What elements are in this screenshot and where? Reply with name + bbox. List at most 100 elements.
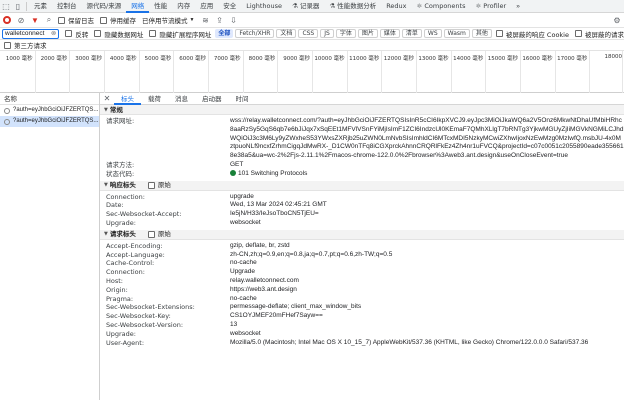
detail-tab-2[interactable]: 消息 xyxy=(168,93,195,105)
preserve-log-checkbox[interactable]: 保留日志 xyxy=(58,15,100,25)
triangle-down-icon: ▼ xyxy=(104,106,108,113)
filter-chip-1[interactable]: Fetch/XHR xyxy=(235,29,275,38)
header-value-text: Upgrade xyxy=(230,268,255,276)
checkbox-box[interactable] xyxy=(100,16,107,24)
filter-chip-5[interactable]: 字体 xyxy=(335,29,356,38)
export-icon[interactable]: ⇩ xyxy=(226,13,240,28)
inspect-element-icon[interactable]: ⬚ xyxy=(0,0,12,13)
tab-2[interactable]: 源代码/来源 xyxy=(82,0,127,13)
header-key: Upgrade: xyxy=(106,218,136,227)
checkbox-box[interactable] xyxy=(65,30,73,37)
devtools-tabbar: ⬚ ▯ 元素 控制台 源代码/来源 网络 性能 内存 应用 安全 Lighthouse ⚗ 记录器 ⚗… xyxy=(0,0,624,13)
tab-10[interactable]: ⚗ 性能数据分析 xyxy=(324,0,381,13)
tab-3[interactable]: 网络 xyxy=(126,0,150,13)
filter-chip-8[interactable]: 清单 xyxy=(401,29,422,38)
tab-9[interactable]: ⚗ 记录器 xyxy=(287,0,324,13)
checkbox-box[interactable] xyxy=(149,30,157,37)
import-icon[interactable]: ⇪ xyxy=(212,13,226,28)
timeline-tick: 9000 毫秒 xyxy=(283,51,313,93)
filter-chip-6[interactable]: 图片 xyxy=(357,29,378,38)
response-header-rows: Connection: upgrade Date: Wed, 13 Mar 2024 … xyxy=(100,191,624,230)
tab-7[interactable]: 安全 xyxy=(218,0,241,13)
device-toolbar-icon[interactable]: ▯ xyxy=(12,0,24,13)
header-value-text: Wed, 13 Mar 2024 02:45:21 GMT xyxy=(230,201,327,209)
hide-data-urls-checkbox[interactable]: 隐藏数据网址 xyxy=(94,29,149,39)
tab-label: 性能 xyxy=(154,1,168,10)
raw-toggle[interactable]: 原始 xyxy=(147,229,171,239)
clear-icon[interactable]: ⊘ xyxy=(14,13,28,28)
throttle-select[interactable]: 已停用节流模式 ▼ xyxy=(142,15,194,25)
record-icon[interactable] xyxy=(0,13,14,28)
filter-chip-3[interactable]: CSS xyxy=(298,29,319,38)
timeline-tick-label: 3000 毫秒 xyxy=(75,56,102,62)
filter-chip-11[interactable]: 其他 xyxy=(471,29,492,38)
tab-0[interactable]: 元素 xyxy=(29,0,52,13)
checkbox-box[interactable] xyxy=(58,16,65,24)
settings-gear-icon[interactable]: ⚙ xyxy=(610,13,624,28)
general-section-header[interactable]: ▼ 常规 xyxy=(100,105,624,115)
tab-12[interactable]: ⚛ Components xyxy=(412,0,471,13)
wifi-icon[interactable]: ≋ xyxy=(198,13,212,28)
detail-tab-0[interactable]: 标头 xyxy=(114,93,141,105)
filter-chip-10[interactable]: Wasm xyxy=(443,29,470,38)
close-icon[interactable]: ✕ xyxy=(100,94,114,103)
header-key: Cache-Control: xyxy=(106,259,155,268)
timeline-tick: 16000 毫秒 xyxy=(522,51,556,93)
detail-tab-1[interactable]: 载荷 xyxy=(141,93,168,105)
tab-8[interactable]: Lighthouse xyxy=(241,0,287,13)
timeline-tick: 12000 毫秒 xyxy=(384,51,417,93)
invert-label: 反转 xyxy=(75,30,89,39)
tab-11[interactable]: Redux xyxy=(381,0,411,13)
response-headers-section-header[interactable]: ▼ 响应标头 原始 xyxy=(100,180,624,191)
clear-filter-icon[interactable]: ⊗ xyxy=(51,30,56,38)
invert-checkbox[interactable]: 反转 xyxy=(65,29,94,39)
filter-chip-0[interactable]: 全部 xyxy=(215,29,234,38)
more-tabs-button[interactable]: » xyxy=(511,0,525,13)
request-row[interactable]: ?auth=eyJhbGciOiJFZERTQS... xyxy=(0,105,99,116)
filter-chip-2[interactable]: 文档 xyxy=(276,29,297,38)
search-icon[interactable]: ⌕ xyxy=(42,13,56,28)
header-value: Upgrade xyxy=(230,268,624,277)
filter-input[interactable]: walletconnect ⊗ xyxy=(2,28,60,39)
checkbox-box[interactable] xyxy=(147,230,155,238)
filter-chip-9[interactable]: WS xyxy=(423,29,442,38)
tab-4[interactable]: 性能 xyxy=(149,0,172,13)
checkbox-box[interactable] xyxy=(495,30,503,37)
filter-chip-4[interactable]: JS xyxy=(320,29,334,38)
checkbox-box[interactable] xyxy=(147,181,155,189)
header-key: Host: xyxy=(106,276,123,285)
blocked-requests-checkbox[interactable]: 被屏蔽的请求 xyxy=(575,29,624,39)
timeline-tick: 3000 毫秒 xyxy=(75,51,105,93)
filter-chip-7[interactable]: 媒体 xyxy=(379,29,400,38)
tab-icon: ⚛ xyxy=(475,1,482,10)
checkbox-box[interactable] xyxy=(4,41,11,49)
raw-toggle[interactable]: 原始 xyxy=(147,180,171,190)
header-value: permessage-deflate; client_max_window_bi… xyxy=(230,303,624,312)
request-row[interactable]: ?auth=eyJhbGciOiJFZERTQS... xyxy=(0,116,99,127)
filter-icon[interactable]: ▼ xyxy=(28,13,42,28)
third-party-checkbox[interactable]: 第三方请求 xyxy=(4,40,47,50)
tab-label: 记录器 xyxy=(299,1,320,10)
tab-1[interactable]: 控制台 xyxy=(52,0,82,13)
checkbox-box[interactable] xyxy=(94,30,102,37)
detail-tab-4[interactable]: 时间 xyxy=(229,93,256,105)
header-value: 13 xyxy=(230,321,624,330)
name-column-header[interactable]: 名称 xyxy=(0,93,99,105)
header-row: Date: Wed, 13 Mar 2024 02:45:21 GMT xyxy=(100,201,624,210)
request-headers-section-header[interactable]: ▼ 请求标头 原始 xyxy=(100,229,624,240)
header-value-text: websocket xyxy=(230,329,261,337)
tab-6[interactable]: 应用 xyxy=(195,0,218,13)
tab-5[interactable]: 内存 xyxy=(172,0,195,13)
timeline-tick: 2000 毫秒 xyxy=(41,51,71,93)
tab-icon: ⚗ xyxy=(329,1,336,10)
timeline-tick-label: 18000 xyxy=(604,54,623,60)
hide-ext-urls-checkbox[interactable]: 隐藏扩展程序网址 xyxy=(149,29,215,39)
blocked-cookies-checkbox[interactable]: 被屏蔽的响应 Cookie xyxy=(495,29,575,39)
disable-cache-checkbox[interactable]: 停用缓存 xyxy=(100,15,142,25)
header-value: no-cache xyxy=(230,295,624,304)
tab-label: 元素 xyxy=(34,1,47,10)
detail-tab-3[interactable]: 启动器 xyxy=(195,93,229,105)
tab-13[interactable]: ⚛ Profiler xyxy=(470,0,511,13)
timeline-overview[interactable]: 1000 毫秒 2000 毫秒 3000 毫秒 4000 毫秒 5000 毫秒 6000 … xyxy=(0,51,624,93)
checkbox-box[interactable] xyxy=(575,30,582,37)
